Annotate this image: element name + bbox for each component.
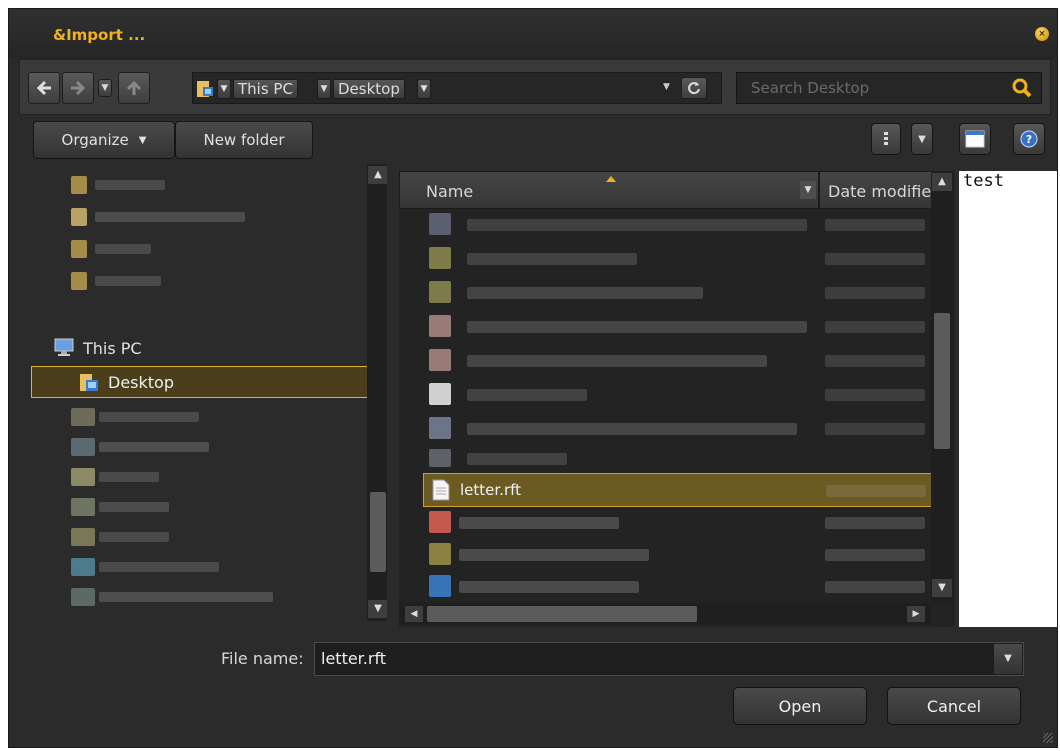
folder-icon — [71, 240, 87, 258]
new-folder-label: New folder — [203, 131, 285, 149]
computer-icon — [54, 338, 74, 356]
open-button[interactable]: Open — [733, 687, 867, 725]
navigation-scrollbar[interactable]: ▲ ▼ — [367, 164, 387, 621]
scroll-thumb[interactable] — [934, 313, 950, 449]
list-item[interactable] — [415, 247, 925, 279]
list-item[interactable] — [415, 315, 925, 347]
scroll-up-icon[interactable]: ▲ — [368, 166, 387, 184]
preview-pane-button[interactable] — [959, 123, 991, 155]
desktop-dropdown[interactable]: ▼ — [417, 79, 431, 99]
folder-icon — [71, 272, 87, 290]
navigation-bar: ▼ ▼ This PC ▼ Desktop ▼ ▼ Search Desktop — [19, 59, 1051, 115]
list-item[interactable] — [415, 349, 925, 381]
back-button[interactable] — [28, 72, 60, 104]
selected-file-name: letter.rft — [460, 481, 522, 499]
new-folder-button[interactable]: New folder — [175, 121, 313, 159]
list-item[interactable] — [415, 511, 925, 543]
folder-location-icon — [197, 81, 213, 97]
location-dropdown[interactable]: ▼ — [217, 79, 231, 99]
svg-text:?: ? — [1026, 133, 1032, 146]
search-box[interactable]: Search Desktop — [736, 72, 1042, 104]
sort-ascending-icon — [606, 176, 616, 182]
scroll-down-icon[interactable]: ▼ — [368, 600, 387, 618]
address-bar[interactable]: ▼ This PC ▼ Desktop ▼ ▼ — [192, 72, 722, 104]
horizontal-scroll-thumb[interactable] — [427, 606, 697, 622]
desktop-folder-icon — [80, 374, 98, 391]
list-item[interactable] — [415, 213, 925, 245]
search-placeholder: Search Desktop — [751, 79, 870, 97]
column-header-date-modified[interactable]: Date modifie — [819, 171, 935, 209]
tree-item-this-pc[interactable]: This PC — [83, 339, 142, 358]
breadcrumb-desktop[interactable]: Desktop — [333, 79, 405, 99]
date-column-label: Date modifie — [828, 182, 932, 201]
breadcrumb-this-pc[interactable]: This PC — [233, 79, 298, 99]
preview-pane: test — [959, 171, 1057, 627]
command-toolbar: Organize ▼ New folder ▼ ? — [19, 117, 1051, 161]
list-item[interactable] — [415, 383, 925, 415]
list-item[interactable] — [415, 417, 925, 449]
import-dialog: &Import ... × ▼ ▼ This PC ▼ Desktop ▼ ▼ — [8, 8, 1058, 748]
this-pc-dropdown[interactable]: ▼ — [317, 79, 331, 99]
file-list: Name ▼ Date modifie letter.rft ▲ ▼ ◀ ▶ — [399, 171, 955, 627]
organize-button[interactable]: Organize ▼ — [33, 121, 175, 159]
list-item[interactable] — [415, 543, 925, 575]
preview-pane-icon — [965, 130, 985, 148]
back-arrow-icon — [36, 80, 51, 96]
folder-icon — [71, 176, 87, 194]
preview-text: test — [963, 171, 1004, 191]
scroll-down-icon[interactable]: ▼ — [932, 579, 952, 597]
scroll-thumb[interactable] — [370, 492, 386, 572]
tree-item-desktop[interactable]: Desktop — [31, 366, 369, 398]
organize-label: Organize — [61, 131, 129, 149]
name-column-label: Name — [426, 182, 474, 201]
up-button[interactable] — [118, 72, 150, 104]
forward-arrow-icon — [71, 80, 86, 96]
view-dropdown[interactable]: ▼ — [911, 123, 933, 155]
title-bar[interactable]: &Import ... × — [9, 9, 1057, 59]
file-name-dropdown[interactable]: ▼ — [994, 644, 1022, 674]
text-file-icon — [432, 479, 450, 501]
scroll-up-icon[interactable]: ▲ — [932, 173, 952, 191]
desktop-label: Desktop — [108, 373, 174, 392]
organize-chevron-icon: ▼ — [138, 134, 147, 146]
file-list-vertical-scrollbar[interactable]: ▲ ▼ — [931, 171, 953, 603]
column-header-name[interactable]: Name ▼ — [399, 171, 819, 209]
close-icon[interactable]: × — [1035, 27, 1049, 41]
view-list-icon — [884, 132, 888, 145]
resize-grip-icon[interactable] — [1043, 733, 1053, 743]
file-list-horizontal-scrollbar[interactable]: ◀ ▶ — [399, 603, 931, 625]
selected-file-row[interactable]: letter.rft — [423, 473, 933, 507]
file-name-label: File name: — [221, 649, 304, 668]
file-name-field[interactable]: letter.rft — [314, 642, 1024, 676]
navigation-pane: This PC Desktop ▲ ▼ — [19, 164, 387, 621]
dialog-title: &Import ... — [53, 26, 146, 44]
list-item[interactable] — [415, 281, 925, 313]
refresh-icon — [688, 82, 700, 95]
up-arrow-icon — [126, 80, 142, 95]
name-column-filter-dropdown[interactable]: ▼ — [800, 181, 816, 199]
forward-button[interactable] — [62, 72, 94, 104]
address-history-dropdown[interactable]: ▼ — [663, 82, 670, 92]
help-icon: ? — [1020, 130, 1038, 148]
cancel-button[interactable]: Cancel — [887, 687, 1021, 725]
refresh-button[interactable] — [681, 77, 707, 99]
view-options-button[interactable] — [871, 123, 901, 155]
folder-icon — [71, 208, 87, 226]
scroll-right-icon[interactable]: ▶ — [907, 606, 925, 622]
scroll-left-icon[interactable]: ◀ — [405, 606, 423, 622]
search-icon[interactable] — [1011, 77, 1033, 99]
help-button[interactable]: ? — [1013, 123, 1045, 155]
recent-locations-dropdown[interactable]: ▼ — [98, 79, 112, 97]
